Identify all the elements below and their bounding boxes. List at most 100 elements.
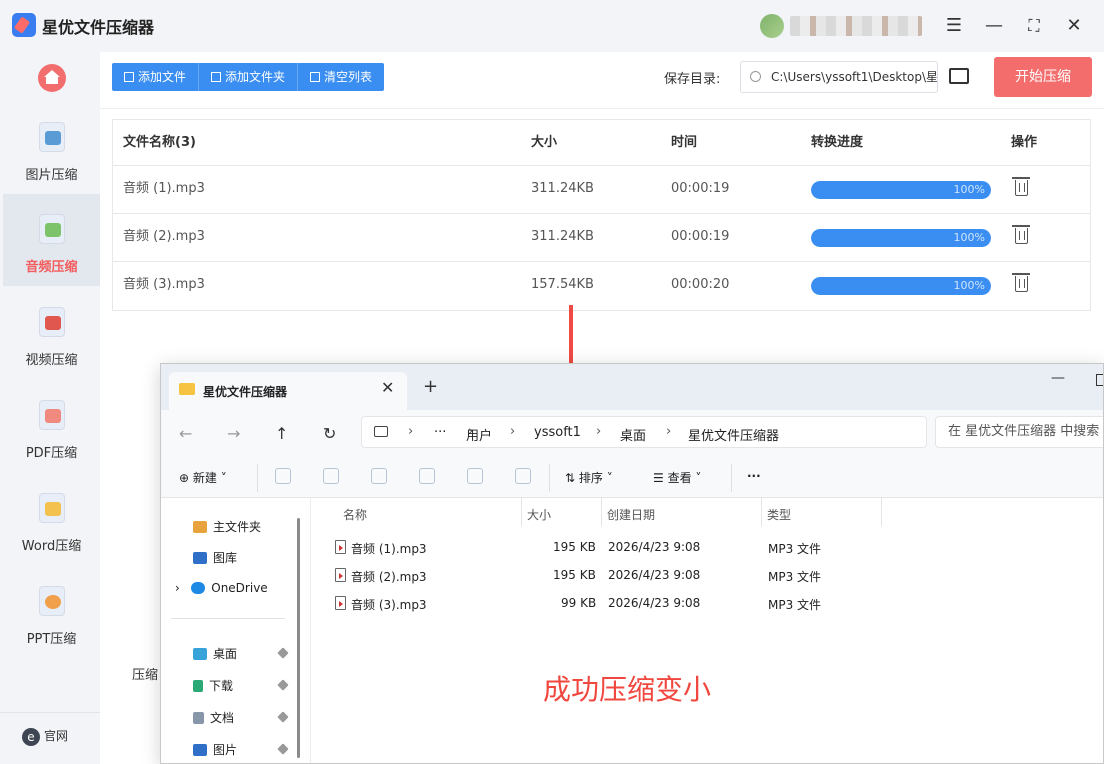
address-input[interactable]: › ··· › 用户 › yssoft1 › 桌面 › 星优文件压缩器 — [361, 416, 927, 448]
sidebar-item-audio[interactable]: 音频压缩 — [3, 194, 100, 286]
sidebar-item-video[interactable]: 视频压缩 — [3, 287, 100, 379]
rename-icon[interactable] — [419, 468, 435, 484]
column-header-created[interactable]: 创建日期 — [607, 506, 655, 523]
cut-icon[interactable] — [275, 468, 291, 484]
forward-icon[interactable]: → — [227, 424, 240, 443]
word-icon — [39, 493, 65, 523]
view-icon: ☰ — [653, 471, 668, 485]
nav-item-home[interactable]: 主文件夹 — [193, 518, 261, 535]
start-compress-button[interactable]: 开始压缩 — [994, 57, 1092, 97]
picture-icon — [193, 744, 207, 756]
nav-item-documents[interactable]: 文档 — [193, 709, 234, 726]
sidebar-item-pdf[interactable]: PDF压缩 — [3, 380, 100, 472]
explorer-maximize-button[interactable] — [1096, 374, 1103, 386]
column-header-size[interactable]: 大小 — [527, 506, 551, 523]
sidebar-item-ppt[interactable]: PPT压缩 — [3, 566, 100, 658]
file-type: MP3 文件 — [768, 542, 822, 556]
close-button[interactable]: ✕ — [1062, 14, 1086, 38]
pin-icon[interactable] — [277, 711, 289, 723]
file-duration: 00:00:20 — [671, 277, 730, 292]
new-button[interactable]: ⊕ 新建 ˅ — [179, 469, 227, 486]
paste-icon[interactable] — [371, 468, 387, 484]
nav-item-pictures[interactable]: 图片 — [193, 741, 237, 758]
nav-scrollbar[interactable] — [297, 518, 300, 758]
breadcrumb-users[interactable]: 用户 — [466, 425, 492, 444]
sidebar-item-label: 视频压缩 — [25, 353, 78, 368]
divider — [171, 618, 285, 619]
share-icon[interactable] — [467, 468, 483, 484]
file-row[interactable]: 音频 (1).mp3 195 KB 2026/4/23 9:08 MP3 文件 — [311, 534, 1103, 562]
column-header-name[interactable]: 名称 — [343, 506, 367, 523]
save-dir-input[interactable]: C:\Users\yssoft1\Desktop\星 — [740, 61, 938, 93]
settings-icon[interactable]: ☰ — [942, 14, 966, 38]
add-folder-button[interactable]: 添加文件夹 — [199, 63, 299, 91]
chevron-down-icon: ˅ — [216, 471, 227, 485]
sort-button[interactable]: ⇅ 排序 ˅ — [565, 469, 613, 486]
progress-bar: 100% — [811, 277, 991, 295]
home-icon[interactable] — [38, 64, 66, 92]
add-file-button[interactable]: 添加文件 — [112, 63, 200, 91]
breadcrumb-user[interactable]: yssoft1 — [534, 425, 581, 440]
column-divider — [521, 498, 522, 526]
delete-icon[interactable] — [1012, 273, 1030, 292]
explorer-tab[interactable]: 星优文件压缩器 ✕ — [169, 372, 407, 410]
sidebar-item-word[interactable]: Word压缩 — [3, 473, 100, 565]
explorer-nav-pane: 主文件夹 图库 › OneDrive 桌面 下载 文档 图片 — [161, 498, 311, 763]
file-size: 99 KB — [561, 596, 597, 610]
breadcrumb-more[interactable]: ··· — [434, 425, 446, 440]
table-row[interactable]: 音频 (1).mp3 311.24KB 00:00:19 100% — [113, 166, 1090, 214]
refresh-icon[interactable]: ↻ — [323, 424, 336, 443]
copy-icon[interactable] — [323, 468, 339, 484]
file-created: 2026/4/23 9:08 — [608, 540, 701, 554]
sidebar-item-image[interactable]: 图片压缩 — [3, 102, 100, 194]
chevron-right-icon: › — [408, 424, 414, 439]
view-button[interactable]: ☰ 查看 ˅ — [653, 469, 701, 486]
pin-icon[interactable] — [277, 679, 289, 691]
explorer-file-list: 名称 大小 创建日期 类型 音频 (1).mp3 195 KB 2026/4/2… — [311, 498, 1103, 763]
new-tab-icon[interactable]: + — [423, 376, 438, 397]
file-name: 音频 (1).mp3 — [351, 542, 427, 556]
nav-item-gallery[interactable]: 图库 — [193, 549, 237, 566]
delete-icon[interactable] — [1012, 225, 1030, 244]
nav-item-onedrive[interactable]: › OneDrive — [175, 581, 268, 595]
cloud-icon — [191, 582, 206, 594]
nav-item-downloads[interactable]: 下载 — [193, 677, 233, 694]
file-size: 311.24KB — [531, 229, 594, 244]
trash-icon — [310, 72, 321, 82]
chevron-right-icon: › — [510, 424, 516, 439]
file-row[interactable]: 音频 (2).mp3 195 KB 2026/4/23 9:08 MP3 文件 — [311, 562, 1103, 590]
file-size: 311.24KB — [531, 181, 594, 196]
delete-icon[interactable] — [515, 468, 531, 484]
file-duration: 00:00:19 — [671, 181, 730, 196]
explorer-search-input[interactable]: 在 星优文件压缩器 中搜索 — [935, 416, 1103, 448]
maximize-button[interactable]: ⛶ — [1022, 14, 1046, 38]
close-tab-icon[interactable]: ✕ — [381, 378, 394, 397]
pdf-icon — [39, 400, 65, 430]
nav-item-desktop[interactable]: 桌面 — [193, 645, 237, 662]
delete-icon[interactable] — [1012, 177, 1030, 196]
minimize-button[interactable]: — — [982, 14, 1006, 38]
pin-icon[interactable] — [277, 647, 289, 659]
file-name: 音频 (3).mp3 — [123, 277, 205, 292]
website-link[interactable]: e 官网 — [22, 727, 68, 746]
progress-bar: 100% — [811, 181, 991, 199]
breadcrumb-desktop[interactable]: 桌面 — [620, 425, 646, 444]
user-avatar[interactable] — [760, 14, 784, 38]
browse-folder-icon[interactable] — [949, 68, 969, 84]
column-header-type[interactable]: 类型 — [767, 506, 791, 523]
up-icon[interactable]: ↑ — [275, 424, 288, 443]
chevron-right-icon: › — [666, 424, 672, 439]
file-icon — [124, 72, 134, 82]
table-row[interactable]: 音频 (3).mp3 157.54KB 00:00:20 100% — [113, 262, 1090, 310]
pin-icon[interactable] — [277, 743, 289, 755]
more-button[interactable]: ··· — [747, 469, 761, 483]
clear-list-button[interactable]: 清空列表 — [298, 63, 384, 91]
explorer-minimize-button[interactable]: — — [1051, 370, 1065, 386]
sidebar-item-label: PPT压缩 — [26, 632, 77, 647]
file-row[interactable]: 音频 (3).mp3 99 KB 2026/4/23 9:08 MP3 文件 — [311, 590, 1103, 618]
table-row[interactable]: 音频 (2).mp3 311.24KB 00:00:19 100% — [113, 214, 1090, 262]
divider — [100, 108, 1104, 109]
back-icon[interactable]: ← — [179, 424, 192, 443]
breadcrumb-folder[interactable]: 星优文件压缩器 — [688, 425, 779, 444]
separator — [257, 464, 258, 492]
